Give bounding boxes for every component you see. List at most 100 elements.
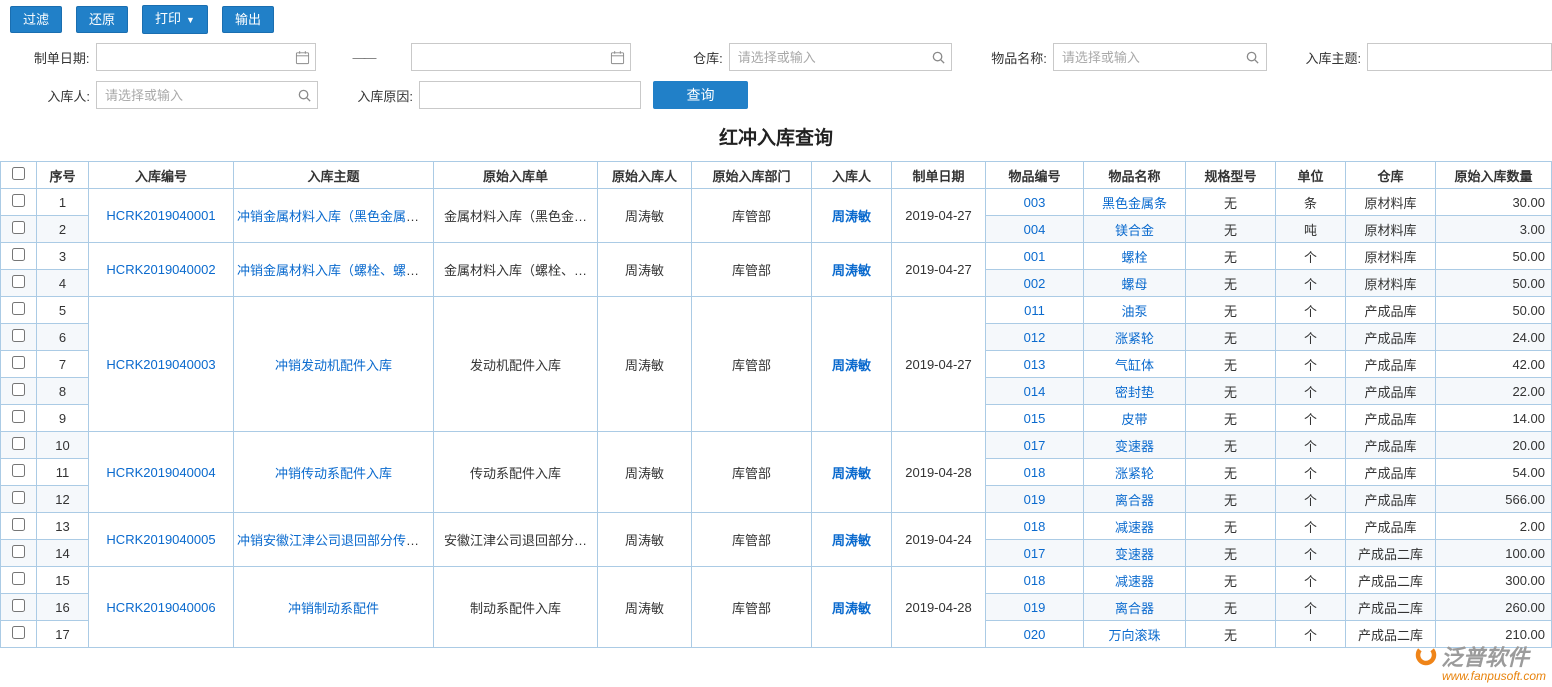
item-no-link[interactable]: 019 xyxy=(1024,492,1046,507)
search-icon[interactable] xyxy=(930,49,946,65)
restore-button[interactable]: 还原 xyxy=(76,6,128,33)
calendar-icon[interactable] xyxy=(609,49,625,65)
subject-cell: 冲销发动机配件入库 xyxy=(234,297,434,432)
qty-cell: 566.00 xyxy=(1436,486,1552,513)
item-no-link[interactable]: 019 xyxy=(1024,600,1046,615)
item-no-link[interactable]: 018 xyxy=(1024,573,1046,588)
item-no-link[interactable]: 020 xyxy=(1024,627,1046,642)
row-checkbox[interactable] xyxy=(12,383,25,396)
row-checkbox[interactable] xyxy=(12,545,25,558)
item-name-link[interactable]: 减速器 xyxy=(1115,574,1154,589)
original-person-cell: 周涛敏 xyxy=(598,567,692,648)
item-name-link[interactable]: 镁合金 xyxy=(1115,223,1154,238)
item-name-link[interactable]: 离合器 xyxy=(1115,601,1154,616)
print-button[interactable]: 打印▼ xyxy=(142,5,208,34)
row-checkbox[interactable] xyxy=(12,329,25,342)
original-entry-cell: 金属材料入库（螺栓、… xyxy=(434,243,598,297)
search-icon[interactable] xyxy=(1245,49,1261,65)
row-checkbox[interactable] xyxy=(12,356,25,369)
item-name-link[interactable]: 气缸体 xyxy=(1115,358,1154,373)
row-checkbox[interactable] xyxy=(12,599,25,612)
search-icon[interactable] xyxy=(296,87,312,103)
row-checkbox[interactable] xyxy=(12,437,25,450)
entry-no-link[interactable]: HCRK2019040002 xyxy=(106,262,215,277)
entry-person-input[interactable] xyxy=(96,81,318,109)
subject-input[interactable] xyxy=(1367,43,1552,71)
doc-date-from-input[interactable] xyxy=(96,43,317,71)
entry-person-link[interactable]: 周涛敏 xyxy=(832,466,871,481)
item-no-link[interactable]: 017 xyxy=(1024,438,1046,453)
item-name-label: 物品名称: xyxy=(952,48,1046,67)
item-name-link[interactable]: 万向滚珠 xyxy=(1108,628,1160,643)
item-name-link[interactable]: 涨紧轮 xyxy=(1115,331,1154,346)
item-name-link[interactable]: 螺栓 xyxy=(1121,250,1147,265)
item-name-link[interactable]: 离合器 xyxy=(1115,493,1154,508)
item-no-link[interactable]: 001 xyxy=(1024,249,1046,264)
entry-no-link[interactable]: HCRK2019040005 xyxy=(106,532,215,547)
query-button[interactable]: 查询 xyxy=(653,81,748,109)
export-button[interactable]: 输出 xyxy=(222,6,274,33)
item-no-link[interactable]: 004 xyxy=(1024,222,1046,237)
item-no-link[interactable]: 014 xyxy=(1024,384,1046,399)
subject-link[interactable]: 冲销传动系配件入库 xyxy=(275,466,392,481)
entry-no-link[interactable]: HCRK2019040004 xyxy=(106,465,215,480)
item-name-link[interactable]: 皮带 xyxy=(1121,412,1147,427)
warehouse-input[interactable] xyxy=(729,43,953,71)
entry-no-link[interactable]: HCRK2019040001 xyxy=(106,208,215,223)
select-all-checkbox[interactable] xyxy=(12,167,25,180)
row-checkbox[interactable] xyxy=(12,275,25,288)
entry-no-link[interactable]: HCRK2019040006 xyxy=(106,600,215,615)
entry-no-link[interactable]: HCRK2019040003 xyxy=(106,357,215,372)
doc-date-cell: 2019-04-27 xyxy=(892,243,986,297)
warehouse-cell: 产成品库 xyxy=(1346,378,1436,405)
warehouse-cell: 产成品库 xyxy=(1346,351,1436,378)
item-name-link[interactable]: 油泵 xyxy=(1121,304,1147,319)
item-no-link[interactable]: 015 xyxy=(1024,411,1046,426)
item-no-link[interactable]: 003 xyxy=(1024,195,1046,210)
subject-link[interactable]: 冲销金属材料入库（黑色金属条、 xyxy=(237,209,432,224)
item-name-link[interactable]: 变速器 xyxy=(1115,439,1154,454)
row-checkbox[interactable] xyxy=(12,221,25,234)
item-name-link[interactable]: 涨紧轮 xyxy=(1115,466,1154,481)
item-no-link[interactable]: 013 xyxy=(1024,357,1046,372)
qty-cell: 42.00 xyxy=(1436,351,1552,378)
row-checkbox[interactable] xyxy=(12,302,25,315)
original-dept-cell: 库管部 xyxy=(692,189,812,243)
original-person-cell: 周涛敏 xyxy=(598,432,692,513)
item-no-link[interactable]: 012 xyxy=(1024,330,1046,345)
row-checkbox[interactable] xyxy=(12,410,25,423)
filter-button[interactable]: 过滤 xyxy=(10,6,62,33)
row-checkbox[interactable] xyxy=(12,518,25,531)
item-no-link[interactable]: 018 xyxy=(1024,465,1046,480)
entry-person-link[interactable]: 周涛敏 xyxy=(832,263,871,278)
reason-input[interactable] xyxy=(419,81,641,109)
subject-link[interactable]: 冲销发动机配件入库 xyxy=(275,358,392,373)
row-checkbox[interactable] xyxy=(12,464,25,477)
seq-cell: 15 xyxy=(37,567,89,594)
entry-person-label: 入库人: xyxy=(10,86,90,105)
item-no-link[interactable]: 018 xyxy=(1024,519,1046,534)
item-no-link[interactable]: 002 xyxy=(1024,276,1046,291)
item-no-link[interactable]: 011 xyxy=(1024,303,1045,318)
subject-link[interactable]: 冲销金属材料入库（螺栓、螺母） xyxy=(237,263,432,278)
item-name-link[interactable]: 黑色金属条 xyxy=(1102,196,1167,211)
item-name-input[interactable] xyxy=(1053,43,1267,71)
entry-person-link[interactable]: 周涛敏 xyxy=(832,358,871,373)
doc-date-to-input[interactable] xyxy=(411,43,632,71)
row-checkbox[interactable] xyxy=(12,248,25,261)
calendar-icon[interactable] xyxy=(294,49,310,65)
row-checkbox[interactable] xyxy=(12,626,25,639)
item-name-link[interactable]: 螺母 xyxy=(1121,277,1147,292)
item-name-link[interactable]: 变速器 xyxy=(1115,547,1154,562)
subject-link[interactable]: 冲销制动系配件 xyxy=(288,601,379,616)
row-checkbox[interactable] xyxy=(12,194,25,207)
entry-person-link[interactable]: 周涛敏 xyxy=(832,601,871,616)
entry-person-link[interactable]: 周涛敏 xyxy=(832,533,871,548)
subject-link[interactable]: 冲销安徽江津公司退回部分传动系 xyxy=(237,533,432,548)
item-name-link[interactable]: 减速器 xyxy=(1115,520,1154,535)
row-checkbox[interactable] xyxy=(12,572,25,585)
item-no-link[interactable]: 017 xyxy=(1024,546,1046,561)
entry-person-link[interactable]: 周涛敏 xyxy=(832,209,871,224)
row-checkbox[interactable] xyxy=(12,491,25,504)
item-name-link[interactable]: 密封垫 xyxy=(1115,385,1154,400)
